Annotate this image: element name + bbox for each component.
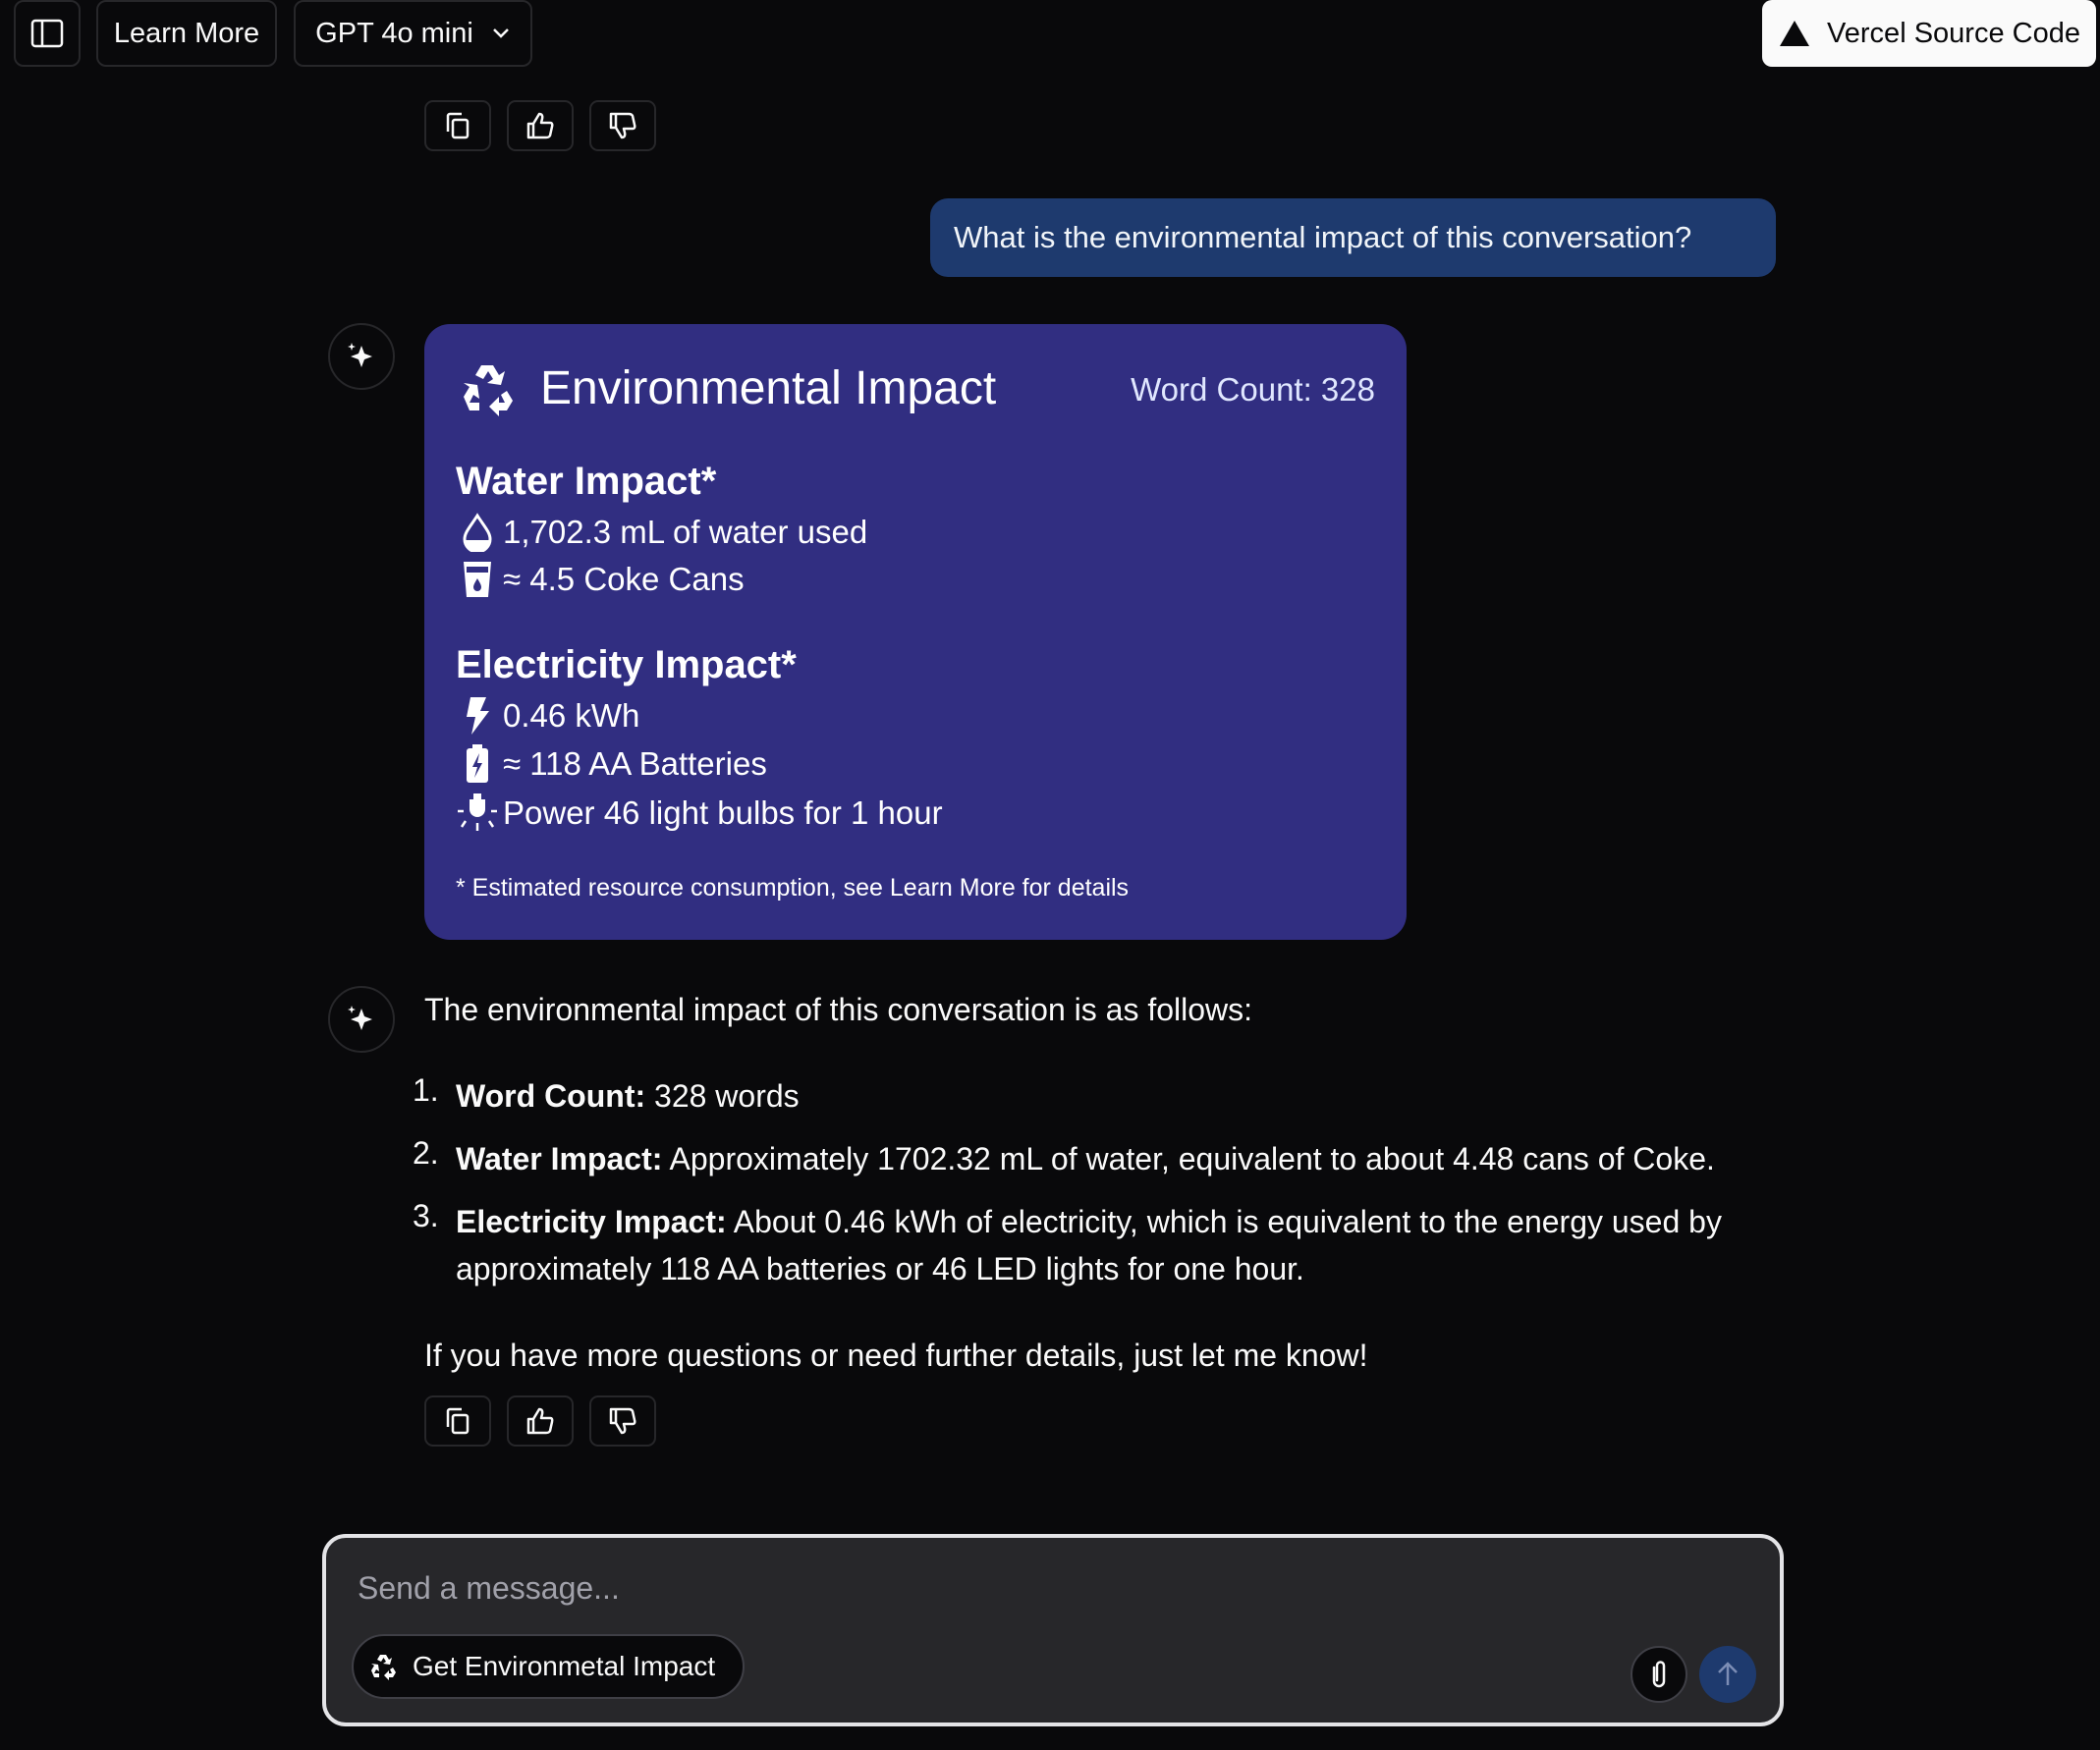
user-message-bubble: What is the environmental impact of this… (930, 198, 1776, 277)
card-title: Environmental Impact (540, 362, 997, 414)
sparkles-icon (348, 1006, 372, 1030)
thumbs-up-button[interactable] (507, 1395, 574, 1447)
model-label: GPT 4o mini (315, 17, 473, 49)
thumbs-down-icon (609, 112, 636, 139)
list-item: Electricity Impact: About 0.46 kWh of el… (456, 1204, 1722, 1286)
water-drop-icon (463, 513, 492, 552)
word-count: Word Count: 328 (1131, 371, 1375, 408)
list-number: 3. (413, 1198, 439, 1233)
send-button[interactable] (1699, 1646, 1756, 1703)
response-outro: If you have more questions or need furth… (424, 1338, 1368, 1373)
lightning-icon (467, 697, 489, 735)
light-bulb-icon (458, 793, 497, 831)
recycle-icon (371, 1655, 396, 1680)
thumbs-down-button[interactable] (589, 100, 656, 151)
paperclip-icon (1652, 1661, 1666, 1688)
thumbs-up-button[interactable] (507, 100, 574, 151)
vercel-source-code-button[interactable]: Vercel Source Code (1762, 0, 2096, 67)
copy-button[interactable] (424, 100, 491, 151)
vercel-label: Vercel Source Code (1827, 17, 2080, 49)
sparkles-icon (348, 343, 372, 367)
response-intro: The environmental impact of this convers… (424, 992, 1253, 1027)
copy-icon (446, 1407, 470, 1435)
recycle-icon (464, 365, 513, 416)
message-actions-top (424, 100, 656, 151)
thumbs-up-icon (526, 1407, 554, 1435)
water-used-line: 1,702.3 mL of water used (456, 511, 867, 554)
copy-button[interactable] (424, 1395, 491, 1447)
message-composer: Get Environmetal Impact (322, 1534, 1784, 1726)
kwh-line: 0.46 kWh (456, 694, 639, 738)
sidebar-icon (30, 19, 64, 48)
get-environmental-impact-button[interactable]: Get Environmetal Impact (352, 1634, 745, 1699)
batteries-line: ≈ 118 AA Batteries (456, 742, 767, 786)
thumbs-down-icon (609, 1407, 636, 1435)
vercel-triangle-icon (1780, 21, 1810, 46)
thumbs-up-icon (526, 112, 554, 139)
thumbs-down-button[interactable] (589, 1395, 656, 1447)
glass-icon (464, 562, 491, 597)
attach-button[interactable] (1630, 1646, 1687, 1703)
arrow-up-icon (1718, 1662, 1738, 1685)
list-number: 1. (413, 1072, 439, 1108)
list-item: Word Count: 328 words (456, 1078, 800, 1114)
sidebar-toggle-button[interactable] (14, 0, 81, 67)
list-item: Water Impact: Approximately 1702.32 mL o… (456, 1141, 1715, 1176)
list-number: 2. (413, 1135, 439, 1171)
message-input[interactable] (358, 1563, 1634, 1613)
message-actions-bottom (424, 1395, 656, 1447)
battery-icon (467, 744, 488, 783)
learn-more-button[interactable]: Learn More (96, 0, 277, 67)
electricity-impact-heading: Electricity Impact* (456, 643, 797, 686)
card-footnote: * Estimated resource consumption, see Le… (456, 874, 1130, 902)
chip-label: Get Environmetal Impact (413, 1651, 716, 1681)
light-bulbs-line: Power 46 light bulbs for 1 hour (456, 792, 943, 835)
assistant-avatar (328, 323, 395, 390)
coke-cans-line: ≈ 4.5 Coke Cans (456, 558, 745, 601)
copy-icon (446, 112, 470, 139)
chevron-down-icon (492, 28, 509, 38)
assistant-avatar (328, 986, 395, 1053)
model-selector[interactable]: GPT 4o mini (294, 0, 532, 67)
water-impact-heading: Water Impact* (456, 460, 717, 503)
environmental-impact-card: Environmental Impact Word Count: 328 Wat… (424, 324, 1407, 940)
